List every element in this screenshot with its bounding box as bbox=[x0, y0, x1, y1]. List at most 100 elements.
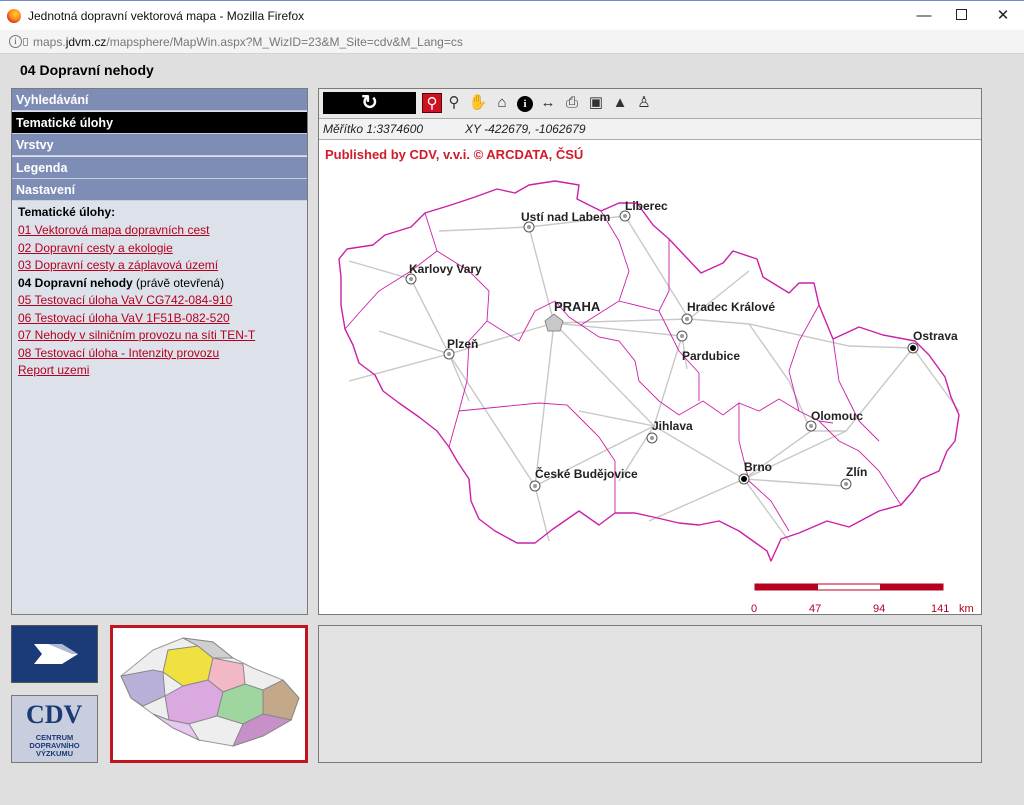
task-link[interactable]: 01 Vektorová mapa dopravních cest bbox=[18, 223, 209, 237]
overview-map[interactable] bbox=[110, 625, 308, 763]
page-title: 04 Dopravní nehody bbox=[20, 62, 154, 78]
zoom-in-icon[interactable]: ⚲ bbox=[422, 93, 442, 113]
url-path: /mapsphere/MapWin.aspx?M_WizID=23&M_Site… bbox=[106, 35, 463, 49]
cdv-logo-subtitle: CENTRUM DOPRAVNÍHO VÝZKUMU bbox=[29, 733, 80, 758]
city-marker-dot bbox=[409, 277, 413, 281]
url-prefix: maps. bbox=[33, 35, 66, 49]
print-icon[interactable]: ⎙ bbox=[562, 93, 582, 113]
stamp-icon[interactable]: ▲ bbox=[610, 93, 630, 113]
task-item: 08 Testovací úloha - Intenzity provozu bbox=[18, 345, 307, 363]
tab-2[interactable]: Vrstvy bbox=[12, 134, 307, 156]
url-text[interactable]: maps.jdvm.cz/mapsphere/MapWin.aspx?M_Wiz… bbox=[33, 35, 463, 49]
city-marker-dot bbox=[685, 317, 689, 321]
pan-hand-icon[interactable]: ✋ bbox=[468, 93, 488, 113]
map-status-row: Měřítko 1:3374600 XY -422679, -1062679 bbox=[319, 119, 981, 140]
task-link[interactable]: 08 Testovací úloha - Intenzity provozu bbox=[18, 346, 219, 360]
city-label: Olomouc bbox=[811, 409, 863, 423]
task-item: 06 Testovací úloha VaV 1F51B-082-520 bbox=[18, 310, 307, 328]
task-item: Report uzemi bbox=[18, 362, 307, 380]
zoom-out-icon[interactable]: ⚲ bbox=[444, 93, 464, 113]
sidebar-tabs: Vyhledávání Tematické úlohy Vrstvy Legenda N… bbox=[12, 89, 307, 201]
city-label: České Budějovice bbox=[535, 466, 638, 481]
scale-tick-label: 47 bbox=[809, 603, 822, 615]
city-marker-dot bbox=[527, 225, 531, 229]
minimize-icon[interactable]: — bbox=[913, 6, 935, 26]
cdv-logo-text: CDV bbox=[26, 700, 83, 729]
map-toolbar: ↻ ⚲ ⚲ ✋ ⌂ i ↔ ⎙ ▣ ▲ ♙ bbox=[319, 89, 981, 119]
close-icon[interactable]: ✕ bbox=[992, 6, 1014, 26]
scale-tick-label: 141 bbox=[931, 603, 950, 615]
map-panel: ↻ ⚲ ⚲ ✋ ⌂ i ↔ ⎙ ▣ ▲ ♙ Měřítko 1:3374600 … bbox=[318, 88, 982, 615]
city-label: Plzeň bbox=[447, 337, 478, 351]
city-marker-dot bbox=[910, 345, 916, 351]
city-marker-dot bbox=[741, 476, 747, 482]
full-extent-icon[interactable]: ▣ bbox=[586, 93, 606, 113]
task-link[interactable]: 07 Nehody v silničním provozu na síti TE… bbox=[18, 328, 255, 342]
task-link[interactable]: 02 Dopravní cesty a ekologie bbox=[18, 241, 173, 255]
regional-borders bbox=[344, 210, 902, 532]
city-label: Karlovy Vary bbox=[409, 262, 482, 276]
current-task-label: 04 Dopravní nehody bbox=[18, 275, 133, 290]
task-item: 01 Vektorová mapa dopravních cest bbox=[18, 222, 307, 240]
city-label: Pardubice bbox=[682, 349, 740, 363]
current-task-suffix: (právě otevřená) bbox=[132, 275, 225, 290]
task-item: 07 Nehody v silničním provozu na síti TE… bbox=[18, 327, 307, 345]
task-link[interactable]: 06 Testovací úloha VaV 1F51B-082-520 bbox=[18, 311, 230, 325]
window-titlebar: Jednotná dopravní vektorová mapa - Mozil… bbox=[0, 0, 1024, 30]
firefox-icon bbox=[7, 9, 21, 23]
city-label: Jihlava bbox=[652, 419, 693, 433]
city-label: Brno bbox=[744, 460, 772, 474]
city-label: Ostrava bbox=[913, 329, 958, 343]
info-icon[interactable]: i bbox=[515, 93, 535, 113]
map-canvas[interactable]: Published by CDV, v.v.i. © ARCDATA, ČSÚ bbox=[319, 141, 981, 615]
measure-icon[interactable]: ↔ bbox=[538, 93, 558, 113]
street-view-icon[interactable]: ♙ bbox=[634, 93, 654, 113]
info-panel bbox=[318, 625, 982, 763]
city-label: Liberec bbox=[625, 199, 668, 213]
tasks-heading: Tematické úlohy: bbox=[18, 205, 116, 219]
city-marker-dot bbox=[809, 424, 813, 428]
task-item: 02 Dopravní cesty a ekologie bbox=[18, 240, 307, 258]
cdv-logo[interactable]: CDV CENTRUM DOPRAVNÍHO VÝZKUMU bbox=[11, 695, 98, 763]
scale-tick-label: 0 bbox=[751, 603, 758, 615]
city-marker-dot bbox=[680, 334, 684, 338]
tab-1[interactable]: Tematické úlohy bbox=[12, 111, 307, 134]
task-item: 03 Dopravní cesty a záplavová území bbox=[18, 257, 307, 275]
info-icon[interactable]: i bbox=[9, 35, 22, 48]
city-marker-dot bbox=[844, 482, 848, 486]
scale-tick-label: 94 bbox=[873, 603, 886, 615]
task-link[interactable]: 05 Testovací úloha VaV CG742-084-910 bbox=[18, 293, 232, 307]
task-link[interactable]: 03 Dopravní cesty a záplavová území bbox=[18, 258, 218, 272]
czech-map-svg: Ustí nad Labem Liberec Karlovy Vary PRAHA Hr… bbox=[338, 180, 960, 591]
sidebar-panel: Vyhledávání Tematické úlohy Vrstvy Legenda N… bbox=[11, 88, 308, 615]
capital-marker bbox=[544, 313, 564, 332]
country-border bbox=[338, 180, 960, 562]
arrow-logo-icon bbox=[34, 644, 78, 664]
window-title: Jednotná dopravní vektorová mapa - Mozil… bbox=[28, 9, 305, 23]
home-icon[interactable]: ⌂ bbox=[492, 93, 512, 113]
maximize-icon[interactable] bbox=[950, 6, 972, 26]
scale-label: Měřítko 1:3374600 bbox=[323, 122, 424, 136]
task-list: 01 Vektorová mapa dopravních cest 02 Dopr… bbox=[18, 222, 307, 380]
jdvm-logo[interactable] bbox=[11, 625, 98, 683]
city-label: Zlín bbox=[846, 465, 867, 479]
city-marker-dot bbox=[650, 436, 654, 440]
refresh-icon[interactable]: ↻ bbox=[323, 92, 416, 114]
map-scalebar bbox=[754, 583, 944, 591]
city-markers: Ustí nad Labem Liberec Karlovy Vary PRAHA Hr… bbox=[405, 199, 958, 492]
task-link[interactable]: Report uzemi bbox=[18, 363, 89, 377]
overview-regions-svg bbox=[120, 637, 300, 747]
task-item: 05 Testovací úloha VaV CG742-084-910 bbox=[18, 292, 307, 310]
url-bar[interactable]: i maps.jdvm.cz/mapsphere/MapWin.aspx?M_W… bbox=[0, 30, 1024, 54]
tab-4[interactable]: Nastavení bbox=[12, 179, 307, 201]
city-marker-dot bbox=[623, 214, 627, 218]
tab-0[interactable]: Vyhledávání bbox=[12, 89, 307, 111]
task-item: 04 Dopravní nehody (právě otevřená) bbox=[18, 275, 307, 293]
city-marker-dot bbox=[447, 352, 451, 356]
xy-coordinates: XY -422679, -1062679 bbox=[465, 122, 586, 136]
url-host: jdvm.cz bbox=[65, 35, 107, 49]
tab-3[interactable]: Legenda bbox=[12, 156, 307, 179]
city-label: Hradec Králové bbox=[687, 300, 775, 314]
city-label: PRAHA bbox=[554, 299, 601, 314]
lock-icon bbox=[23, 38, 28, 46]
